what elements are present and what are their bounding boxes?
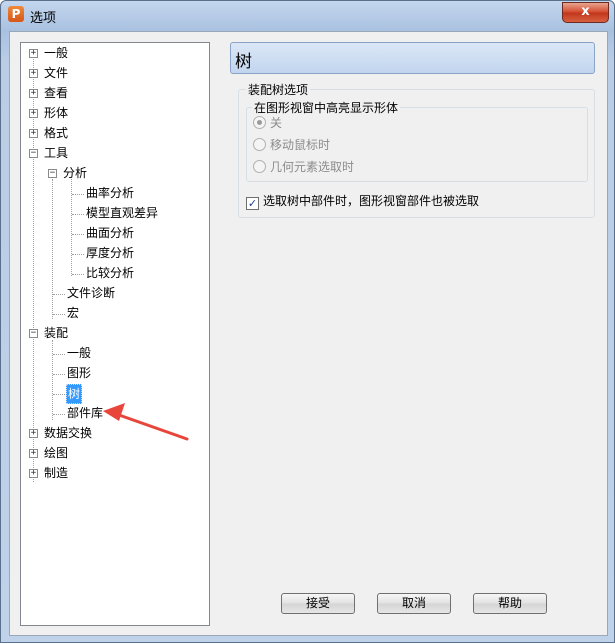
arrow-shaft: [117, 413, 189, 441]
annotation-arrow-icon: [103, 403, 189, 441]
arrow-head: [103, 403, 125, 421]
options-dialog: P 选项 x + 一般 + 文件 + 查看 + 形体 + 格式 − 工具 − 分…: [0, 0, 615, 643]
